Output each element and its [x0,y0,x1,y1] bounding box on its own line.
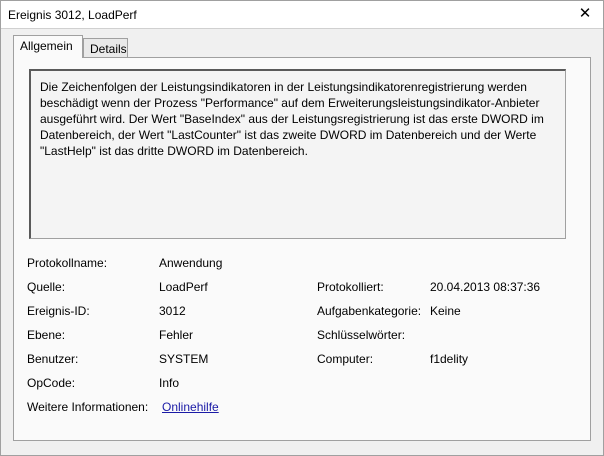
opcode-value: Info [159,376,180,390]
benutzer-value: SYSTEM [159,352,209,366]
aufgabenkategorie-value: Keine [430,304,461,318]
window-title: Ereignis 3012, LoadPerf [8,8,137,22]
opcode-label: OpCode: [27,376,76,390]
ereignis-id-label: Ereignis-ID: [27,304,90,318]
onlinehilfe-link[interactable]: Onlinehilfe [162,400,219,414]
benutzer-label: Benutzer: [27,352,79,366]
protokolliert-value: 20.04.2013 08:37:36 [430,280,541,294]
computer-value: f1delity [430,352,469,366]
tab-panel-allgemein: Die Zeichenfolgen der Leistungsindikator… [13,57,591,441]
ereignis-id-value: 3012 [159,304,186,318]
aufgabenkategorie-label: Aufgabenkategorie: [317,304,422,318]
quelle-label: Quelle: [27,280,66,294]
protokolliert-label: Protokolliert: [317,280,384,294]
title-bar: Ereignis 3012, LoadPerf ✕ [1,1,603,29]
computer-label: Computer: [317,352,374,366]
quelle-value: LoadPerf [159,280,208,294]
ebene-label: Ebene: [27,328,66,342]
ebene-value: Fehler [159,328,194,342]
event-properties-window: Ereignis 3012, LoadPerf ✕ Allgemein Deta… [0,0,604,456]
tab-details[interactable]: Details [83,38,128,58]
weitere-informationen-label: Weitere Informationen: [27,400,149,414]
schluesselwoerter-label: Schlüsselwörter: [317,328,406,342]
tab-allgemein[interactable]: Allgemein [13,35,83,58]
close-icon[interactable]: ✕ [577,5,593,23]
event-description[interactable]: Die Zeichenfolgen der Leistungsindikator… [29,69,566,239]
protokollname-label: Protokollname: [27,256,108,270]
protokollname-value: Anwendung [159,256,223,270]
